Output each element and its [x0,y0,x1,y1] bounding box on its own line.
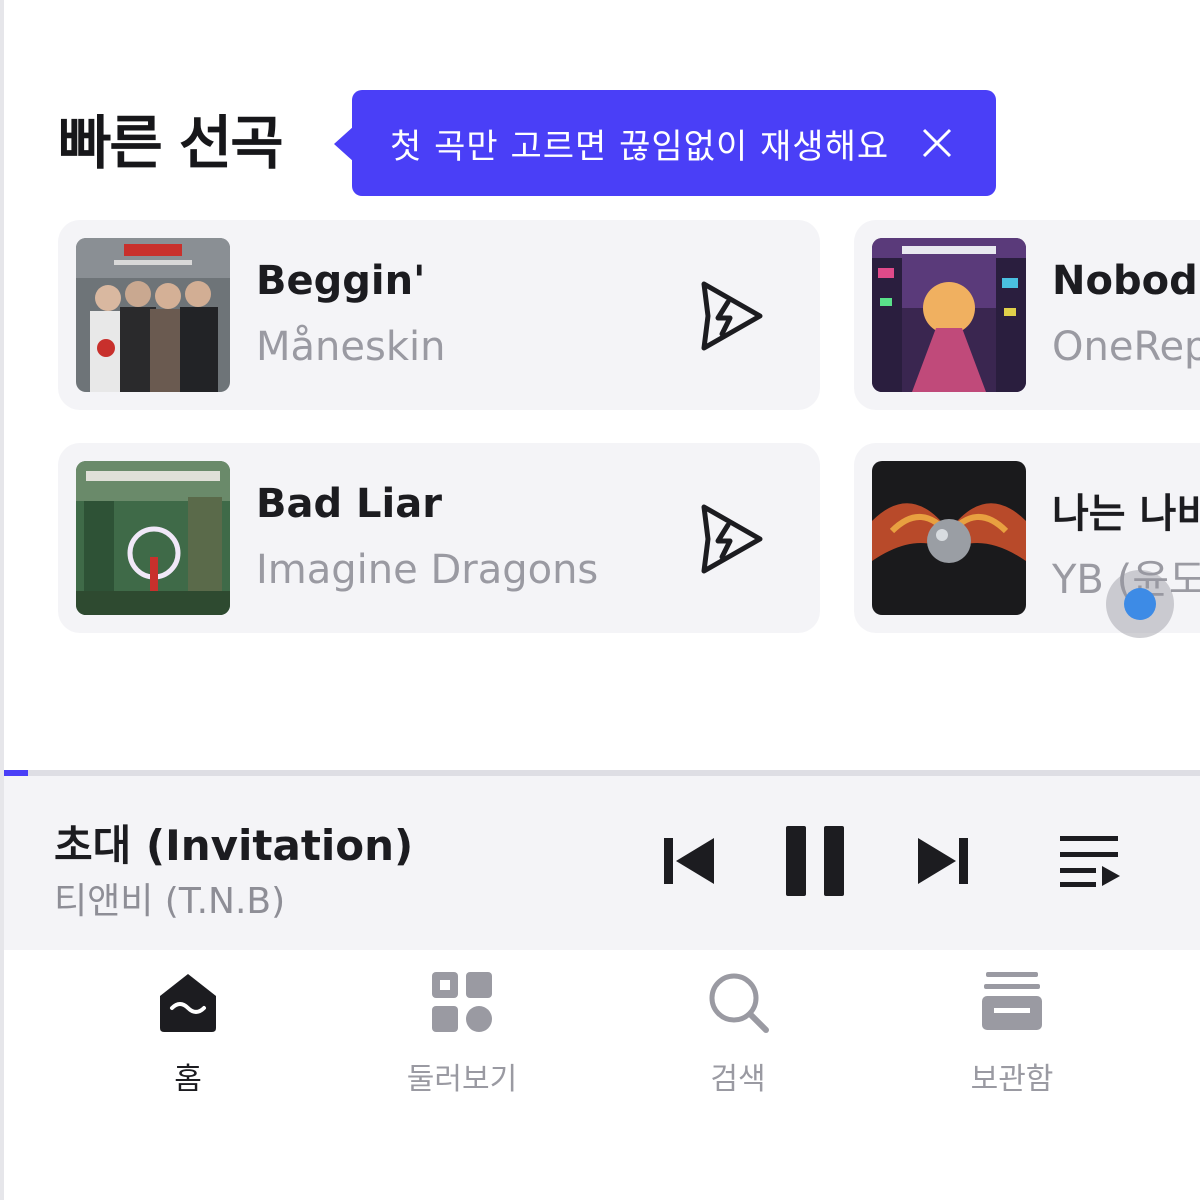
tab-browse[interactable]: 둘러보기 [362,970,562,1100]
album-art [872,461,1026,615]
tab-label: 홈 [174,1062,202,1097]
song-title: Bad Liar [256,481,442,527]
touch-indicator [1106,570,1174,638]
pause-icon[interactable] [786,826,844,896]
section-title: 빠른 선곡 [58,109,284,177]
home-icon [160,974,216,1032]
tooltip: 첫 곡만 고르면 끊임없이 재생해요 [334,90,996,196]
song-artist: Måneskin [256,324,446,370]
song-title: Nobod [1052,258,1198,304]
song-card-nobody[interactable]: Nobod OneRep [854,220,1200,410]
quick-play-icon[interactable] [698,501,766,577]
playlist-icon[interactable] [1060,836,1120,888]
now-playing-title: 초대 (Invitation) [54,821,414,870]
album-art [76,461,230,615]
tab-label: 보관함 [970,1062,1054,1097]
song-artist: Imagine Dragons [256,547,599,593]
song-artist: OneRep [1052,324,1200,370]
tab-label: 검색 [710,1062,766,1097]
album-art [76,238,230,392]
tab-library[interactable]: 보관함 [912,970,1112,1100]
previous-icon[interactable] [664,838,714,884]
close-icon[interactable] [920,126,954,160]
tab-label: 둘러보기 [406,1062,518,1097]
tab-home[interactable]: 홈 [88,970,288,1100]
next-icon[interactable] [918,838,968,884]
tab-search[interactable]: 검색 [638,970,838,1100]
song-title: 나는 나비 [1052,491,1200,537]
mini-player[interactable]: 초대 (Invitation) 티앤비 (T.N.B) [4,776,1200,950]
tooltip-text: 첫 곡만 고르면 끊임없이 재생해요 [390,126,890,167]
quick-play-icon[interactable] [698,278,766,354]
bottom-tab-bar: 홈 둘러보기 검색 보관함 [4,950,1200,1200]
library-icon [982,972,1042,1030]
search-icon [709,973,769,1033]
album-art [872,238,1026,392]
song-card-bad-liar[interactable]: Bad Liar Imagine Dragons [58,443,820,633]
song-title: Beggin' [256,258,426,304]
song-card-beggin[interactable]: Beggin' Måneskin [58,220,820,410]
browse-icon [432,972,492,1032]
now-playing-artist: 티앤비 (T.N.B) [54,881,286,922]
